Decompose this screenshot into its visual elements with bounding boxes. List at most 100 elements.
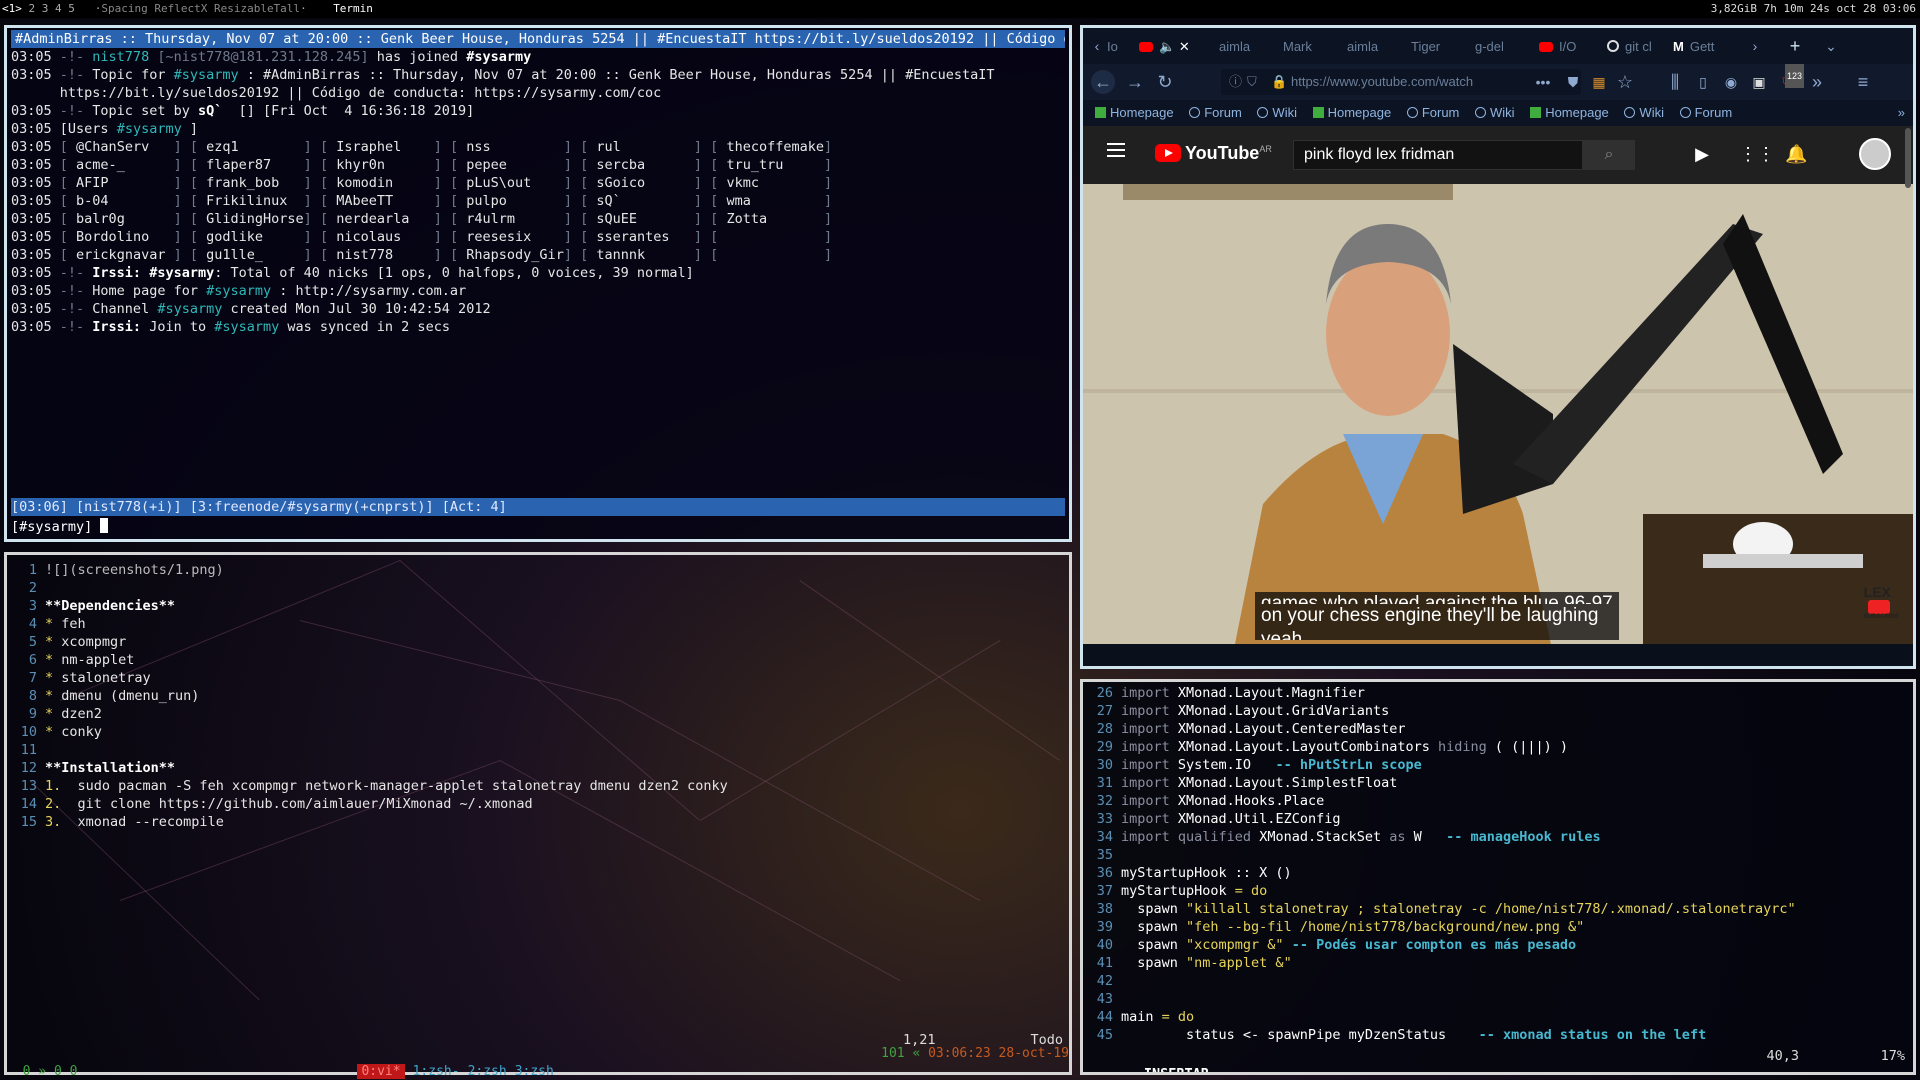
irc-channel[interactable]: #sysarmy — [117, 121, 182, 137]
bookmark-wiki-2[interactable]: Wiki — [1475, 100, 1515, 126]
irc-user[interactable]: nerdearla — [328, 211, 434, 227]
tab-scroll-right-icon[interactable]: › — [1743, 34, 1767, 58]
irc-user[interactable]: Frikilinux — [198, 193, 304, 209]
url-bar[interactable]: ⓘ ⛉ 🔒 https://www.youtube.com/watch — [1221, 69, 1581, 95]
tab-3[interactable]: Mark — [1283, 34, 1339, 60]
tab-0[interactable]: Io — [1107, 34, 1133, 60]
bookmark-homepage-1[interactable]: Homepage — [1095, 100, 1174, 126]
pocket-icon[interactable]: ⛊ — [1561, 70, 1585, 94]
irc-user[interactable]: sercba — [588, 157, 694, 173]
irc-channel[interactable]: #sysarmy — [206, 283, 271, 299]
irc-user[interactable]: nss — [458, 139, 564, 155]
irssi-terminal[interactable]: #AdminBirras :: Thursday, Nov 07 at 20:0… — [4, 25, 1072, 542]
irc-user[interactable]: MAbeeTT — [328, 193, 434, 209]
channel-watermark[interactable]: LEX SUBSCRIBE — [1864, 584, 1899, 620]
workspace-3[interactable]: 3 — [42, 2, 49, 15]
library-icon[interactable]: ⫼ — [1663, 70, 1687, 94]
bookmark-wiki-1[interactable]: Wiki — [1257, 100, 1297, 126]
irc-user[interactable]: pLuS\out — [458, 175, 564, 191]
vim-xmonad-terminal[interactable]: 26 import XMonad.Layout.Magnifier 27 import… — [1080, 679, 1916, 1075]
irc-user[interactable]: frank_bob — [198, 175, 304, 191]
irc-user[interactable]: erickgnavar — [68, 247, 174, 263]
tab-4[interactable]: aimla — [1347, 34, 1403, 60]
irc-user[interactable]: komodin — [328, 175, 434, 191]
bookmark-homepage-3[interactable]: Homepage — [1530, 100, 1609, 126]
irc-user[interactable]: @ChanServ — [68, 139, 174, 155]
irc-user[interactable] — [718, 229, 824, 245]
irc-channel[interactable]: #sysarmy — [466, 49, 531, 65]
back-icon[interactable]: ← — [1091, 70, 1115, 94]
bookmark-forum-1[interactable]: Forum — [1189, 100, 1242, 126]
irc-user[interactable]: AFIP — [68, 175, 174, 191]
irc-user[interactable]: gu1lle_ — [198, 247, 304, 263]
tab-8[interactable]: git cl — [1607, 34, 1667, 60]
workspace-4[interactable]: 4 — [55, 2, 62, 15]
vim-xmonad-buffer[interactable]: 26 import XMonad.Layout.Magnifier 27 import… — [1087, 684, 1909, 1044]
irc-nick[interactable]: nist778 — [92, 49, 149, 65]
irc-user[interactable]: godlike — [198, 229, 304, 245]
tracking-shield-icon[interactable]: ⛉ — [1247, 69, 1257, 95]
irc-user[interactable]: b-04 — [68, 193, 174, 209]
lock-icon[interactable]: 🔒 — [1271, 69, 1287, 95]
tmux-window-2[interactable]: 2:zsh — [468, 1064, 507, 1079]
bookmark-wiki-3[interactable]: Wiki — [1624, 100, 1664, 126]
youtube-menu-icon[interactable] — [1107, 143, 1125, 157]
user-avatar[interactable] — [1859, 138, 1891, 170]
irc-user[interactable]: acme-_ — [68, 157, 174, 173]
irc-channel[interactable]: #sysarmy — [174, 67, 239, 83]
bookmark-homepage-2[interactable]: Homepage — [1312, 100, 1391, 126]
irc-user[interactable]: nicolaus — [328, 229, 434, 245]
irc-user[interactable]: pepee — [458, 157, 564, 173]
irc-user[interactable]: tannnk — [588, 247, 694, 263]
irc-user[interactable]: pulpo — [458, 193, 564, 209]
irc-channel[interactable]: #sysarmy — [157, 301, 222, 317]
ublock-icon[interactable]: ⛨123 — [1775, 64, 1805, 94]
sidebar-icon[interactable]: ▯ — [1691, 70, 1715, 94]
irc-user[interactable]: khyr0n — [328, 157, 434, 173]
youtube-search-input[interactable]: pink floyd lex fridman — [1293, 140, 1583, 170]
tab-close-icon[interactable]: ✕ — [1179, 39, 1190, 54]
irc-user[interactable]: sGoico — [588, 175, 694, 191]
irc-input-line[interactable]: [#sysarmy] — [11, 518, 1065, 536]
tab-7[interactable]: I/O — [1539, 34, 1599, 60]
irc-user[interactable]: sserantes — [588, 229, 694, 245]
extension-icon[interactable]: ▦ — [1587, 70, 1611, 94]
tmux-window-0[interactable]: 0:vi* — [357, 1064, 405, 1079]
youtube-logo[interactable]: YouTubeAR — [1155, 143, 1272, 164]
tmux-window-3[interactable]: 3:zsh — [515, 1064, 554, 1079]
apps-grid-icon[interactable]: ⋮⋮ — [1739, 143, 1775, 165]
tab-9[interactable]: M Gett — [1673, 34, 1733, 60]
hamburger-menu-icon[interactable]: ≡ — [1851, 70, 1875, 94]
workspace-1[interactable]: <1> — [2, 2, 22, 15]
irc-user[interactable]: flaper87 — [198, 157, 304, 173]
irc-user[interactable]: tru_tru — [718, 157, 824, 173]
notifications-bell-icon[interactable]: 🔔 — [1785, 143, 1807, 165]
irc-user[interactable]: reesesix — [458, 229, 564, 245]
firefox-window[interactable]: ‹ Io 🔈 ✕ aimla Mark aimla Tiger g-del I/… — [1080, 25, 1916, 669]
workspace-5[interactable]: 5 — [68, 2, 75, 15]
addon-icon[interactable]: ▣ — [1747, 70, 1771, 94]
irc-user[interactable]: r4ulrm — [458, 211, 564, 227]
tab-2[interactable]: aimla — [1219, 34, 1275, 60]
tab-5[interactable]: Tiger — [1411, 34, 1467, 60]
irc-user[interactable]: vkmc — [718, 175, 824, 191]
tmux-window-1[interactable]: 1:zsh- — [413, 1064, 460, 1079]
new-tab-icon[interactable]: + — [1783, 34, 1807, 58]
irc-user[interactable]: Israphel — [328, 139, 434, 155]
irc-user[interactable]: thecoffemake — [718, 139, 824, 155]
bookmarks-overflow-icon[interactable]: » — [1898, 100, 1905, 126]
page-actions-icon[interactable]: ••• — [1531, 70, 1555, 94]
tab-scroll-left-icon[interactable]: ‹ — [1085, 34, 1109, 58]
irc-channel[interactable]: #sysarmy — [149, 265, 214, 281]
tab-6[interactable]: g-del — [1475, 34, 1531, 60]
irc-channel[interactable]: #sysarmy — [214, 319, 279, 335]
irc-nick[interactable]: sQ` — [198, 103, 231, 119]
irc-user[interactable]: sQuEE — [588, 211, 694, 227]
irc-user[interactable]: nist778 — [328, 247, 434, 263]
irc-user[interactable]: Bordolino — [68, 229, 174, 245]
irc-user[interactable]: sQ` — [588, 193, 694, 209]
irc-user[interactable]: balr0g — [68, 211, 174, 227]
tab-list-icon[interactable]: ⌄ — [1819, 34, 1843, 58]
bookmark-forum-2[interactable]: Forum — [1406, 100, 1459, 126]
forward-icon[interactable]: → — [1123, 70, 1147, 94]
